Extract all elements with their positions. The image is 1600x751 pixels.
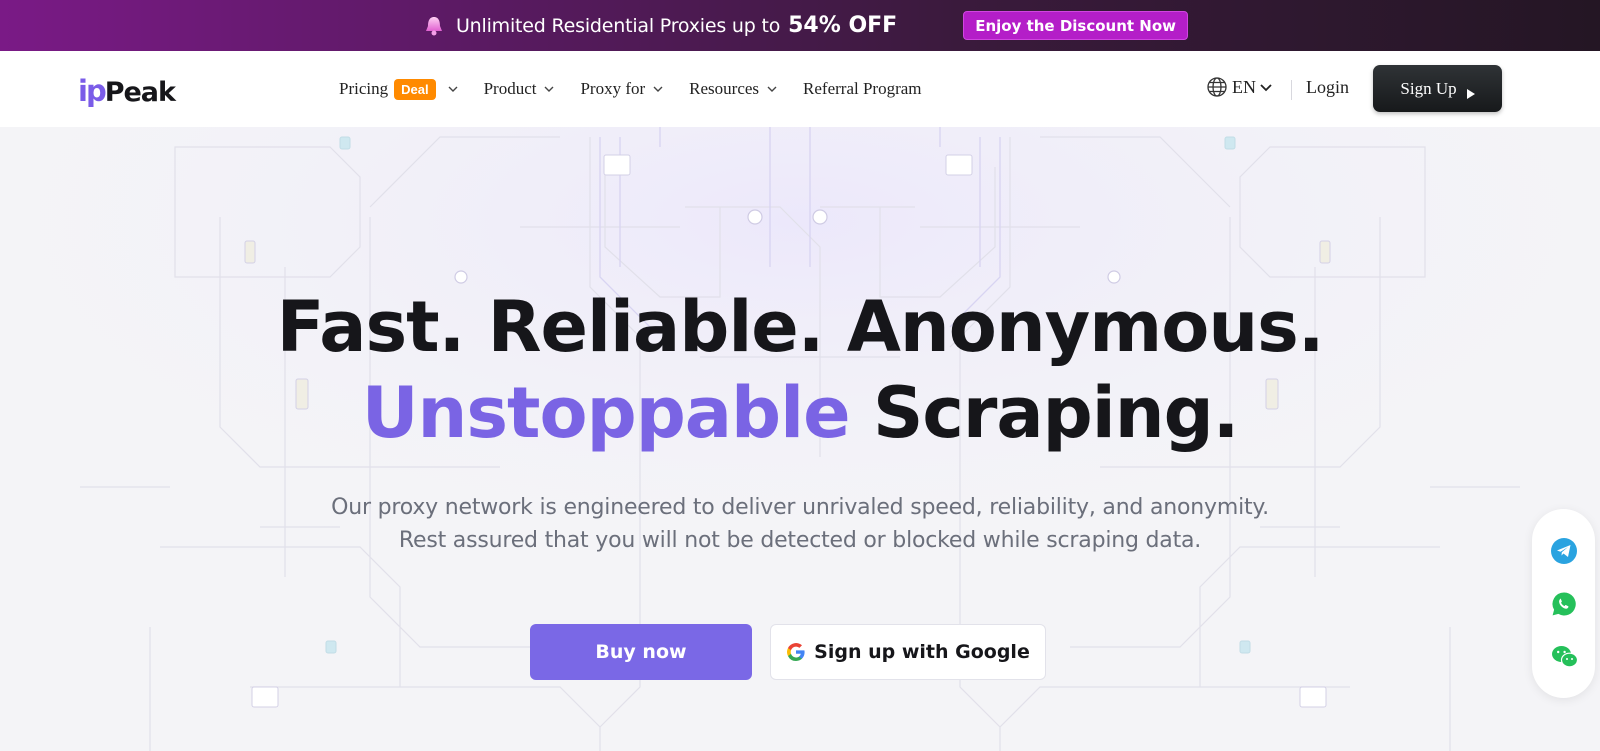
whatsapp-icon[interactable] bbox=[1551, 591, 1577, 617]
play-arrow-icon bbox=[1466, 84, 1475, 99]
signup-label: Sign Up bbox=[1400, 78, 1457, 98]
hero-headline-line2: Unstoppable Scraping. bbox=[0, 372, 1600, 454]
deal-badge: Deal bbox=[394, 78, 436, 100]
wechat-icon[interactable] bbox=[1551, 644, 1579, 670]
chevron-down-icon bbox=[767, 84, 777, 94]
promo-discount: 54% OFF bbox=[788, 13, 898, 38]
nav-item-label: Referral Program bbox=[803, 79, 922, 98]
chevron-down-icon bbox=[544, 84, 554, 94]
hero-headline-line1: Fast. Reliable. Anonymous. bbox=[276, 286, 1325, 368]
nav-menu: Pricing Deal Product Proxy for Resources bbox=[339, 51, 948, 127]
google-icon bbox=[786, 642, 806, 662]
hero-headline-rest: Scraping. bbox=[872, 372, 1239, 454]
nav-item-product[interactable]: Product bbox=[484, 79, 555, 99]
promo-banner: Unlimited Residential Proxies up to 54% … bbox=[0, 0, 1600, 51]
signup-button[interactable]: Sign Up bbox=[1373, 65, 1502, 112]
google-signup-label: Sign up with Google bbox=[814, 641, 1030, 663]
language-selector[interactable]: EN bbox=[1206, 76, 1272, 98]
nav-item-proxy-for[interactable]: Proxy for bbox=[580, 79, 663, 99]
nav-item-resources[interactable]: Resources bbox=[689, 79, 777, 99]
ippeak-logo[interactable]: ip Peak bbox=[78, 70, 176, 108]
promo-text: Unlimited Residential Proxies up to bbox=[455, 14, 781, 37]
nav-item-label: Proxy for bbox=[580, 79, 646, 98]
chevron-down-icon bbox=[448, 84, 458, 94]
bell-icon bbox=[422, 14, 446, 38]
divider bbox=[1291, 80, 1292, 100]
hero-subtitle-line1: Our proxy network is engineered to deliv… bbox=[331, 495, 1269, 520]
chevron-down-icon bbox=[1260, 82, 1272, 92]
google-signup-button[interactable]: Sign up with Google bbox=[770, 624, 1046, 680]
language-label: EN bbox=[1232, 76, 1256, 97]
login-link[interactable]: Login bbox=[1306, 77, 1349, 98]
chevron-down-icon bbox=[653, 84, 663, 94]
logo-ip: ip bbox=[78, 74, 107, 108]
nav-item-referral[interactable]: Referral Program bbox=[803, 79, 921, 99]
top-nav: ip Peak Pricing Deal Product Proxy for R… bbox=[0, 51, 1600, 127]
buy-now-button[interactable]: Buy now bbox=[530, 624, 752, 680]
nav-item-label: Resources bbox=[689, 79, 760, 98]
promo-cta-button[interactable]: Enjoy the Discount Now bbox=[963, 11, 1189, 40]
nav-item-label: Product bbox=[483, 79, 537, 98]
telegram-icon[interactable] bbox=[1551, 538, 1577, 564]
globe-icon bbox=[1206, 76, 1228, 98]
nav-item-pricing[interactable]: Pricing Deal bbox=[339, 78, 458, 100]
logo-peak: Peak bbox=[104, 77, 176, 108]
hero-headline-accent: Unstoppable bbox=[361, 372, 851, 454]
contact-panel bbox=[1532, 509, 1595, 698]
nav-item-label: Pricing bbox=[339, 79, 389, 98]
hero-subtitle-line2: Rest assured that you will not be detect… bbox=[398, 528, 1202, 553]
